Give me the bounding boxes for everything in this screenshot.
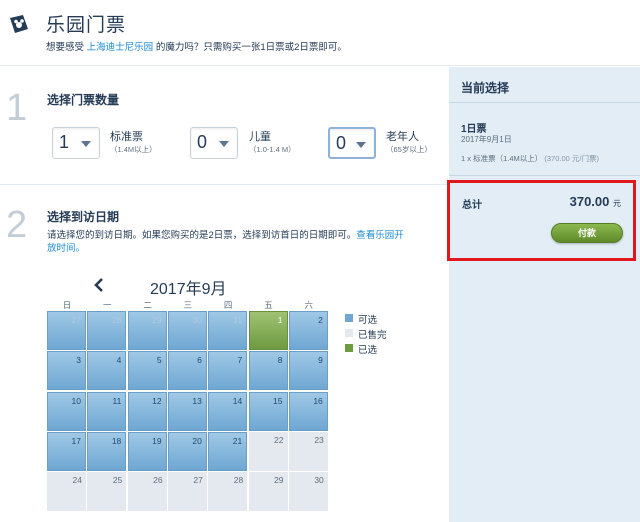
ticket-quantity-title: 选择门票数量 (47, 93, 120, 107)
calendar-day[interactable]: 21 (208, 431, 248, 471)
shanghai-disneyland-link[interactable]: 上海迪士尼乐园 (87, 42, 154, 53)
legend-sold-out-label: 已售完 (358, 330, 387, 341)
calendar-month-title: 2017年9月 (150, 281, 227, 298)
legend-selected: 已选 (345, 342, 435, 356)
calendar-day: 25 (87, 472, 127, 512)
child-ticket-label: 儿童 (249, 131, 271, 143)
calendar-day: 28 (87, 311, 127, 350)
total-label: 总计 (462, 200, 482, 211)
total-amount-unit: 元 (613, 199, 621, 208)
calendar-day: 29 (127, 311, 167, 350)
calendar-day[interactable]: 1 (248, 311, 288, 350)
summary-divider (449, 175, 640, 176)
legend-selected-swatch (345, 344, 353, 352)
child-ticket-height-note: （1.0-1.4 M） (249, 145, 296, 154)
legend-sold-out: 已售完 (345, 327, 435, 341)
senior-ticket-label: 老年人 (386, 131, 419, 143)
selected-ticket-quantity-line: 1 x 标准票（1.4M以上） (461, 154, 543, 163)
calendar-day[interactable]: 5 (127, 351, 167, 391)
weekday-label: 四 (223, 300, 233, 310)
calendar-day[interactable]: 10 (47, 391, 86, 431)
calendar-day[interactable]: 3 (47, 351, 86, 391)
legend-available: 可选 (345, 312, 435, 326)
visit-date-description: 请选择您的到访日期。如果您购买的是2日票，选择到访首日的日期即可。查看乐园开放时… (47, 229, 407, 255)
subtitle-text-pre: 想要感受 (46, 42, 85, 53)
total-highlight-box: 总计 370.00 元 付款 (447, 180, 636, 261)
page-title: 乐园门票 (46, 15, 127, 36)
total-amount-value: 370.00 (569, 194, 610, 209)
calendar-day[interactable]: 17 (47, 431, 86, 471)
calendar-day: 27 (47, 311, 86, 350)
calendar-day[interactable]: 16 (288, 391, 328, 431)
calendar-day: 30 (167, 311, 207, 350)
calendar-day: 30 (288, 472, 328, 512)
legend-available-label: 可选 (358, 315, 378, 326)
page-header: 乐园门票 想要感受 上海迪士尼乐园 的魔力吗？只需购买一张1日票或2日票即可。 (0, 0, 640, 66)
selected-ticket-unit-price: (370.00 元/门票) (544, 154, 599, 163)
calendar-day[interactable]: 4 (87, 351, 127, 391)
calendar-day[interactable]: 11 (87, 391, 127, 431)
ticket-quantity-section: 1 选择门票数量 1 标准票 （1.4M以上） 0 儿童 （1.0-1.4 M）… (0, 67, 449, 185)
selected-ticket-line: 1 x 标准票（1.4M以上） (370.00 元/门票) (461, 153, 599, 164)
chevron-down-icon (356, 142, 366, 148)
legend-selected-label: 已选 (358, 345, 378, 356)
mickey-ticket-icon (10, 15, 28, 33)
calendar-day: 23 (288, 431, 328, 471)
standard-ticket-quantity-select[interactable]: 1 (52, 127, 100, 159)
senior-ticket-quantity-select[interactable]: 0 (328, 127, 376, 159)
page-subtitle: 想要感受 上海迪士尼乐园 的魔力吗？只需购买一张1日票或2日票即可。 (46, 39, 347, 53)
legend-sold-out-swatch (345, 329, 353, 337)
calendar-day: 29 (248, 472, 288, 512)
summary-divider (449, 102, 640, 103)
weekday-label: 日 (62, 300, 72, 310)
selected-ticket-type: 1日票 (461, 124, 487, 135)
visit-date-instructions: 请选择您的到访日期。如果您购买的是2日票，选择到访首日的日期即可。 (47, 230, 357, 241)
current-selection-title: 当前选择 (461, 81, 510, 95)
calendar-day[interactable]: 18 (87, 431, 127, 471)
calendar-day[interactable]: 19 (127, 431, 167, 471)
selected-ticket-date: 2017年9月1日 (461, 135, 512, 144)
calendar-day[interactable]: 15 (248, 391, 288, 431)
calendar-day[interactable]: 8 (248, 351, 288, 391)
calendar-day: 28 (208, 472, 248, 512)
child-ticket-quantity-value: 0 (197, 132, 208, 152)
standard-ticket-height-note: （1.4M以上） (110, 145, 157, 154)
child-ticket-quantity-select[interactable]: 0 (190, 127, 238, 159)
calendar-day: 27 (167, 472, 207, 512)
weekday-label: 五 (264, 300, 273, 310)
visit-date-title: 选择到访日期 (47, 210, 120, 224)
calendar-day: 26 (127, 472, 167, 512)
senior-ticket-quantity-value: 0 (336, 133, 347, 153)
calendar-day[interactable]: 6 (167, 351, 207, 391)
calendar-day: 22 (248, 431, 288, 471)
visit-date-section: 2 选择到访日期 请选择您的到访日期。如果您购买的是2日票，选择到访首日的日期即… (0, 186, 449, 522)
standard-ticket-quantity-value: 1 (59, 132, 70, 152)
weekday-label: 二 (143, 300, 152, 310)
calendar-day[interactable]: 7 (208, 351, 248, 391)
calendar-day: 24 (47, 472, 86, 512)
step-number-2: 2 (6, 204, 28, 246)
previous-month-icon[interactable] (92, 277, 106, 293)
legend-available-swatch (345, 314, 353, 322)
pay-button[interactable]: 付款 (551, 223, 623, 243)
weekday-label: 三 (183, 300, 193, 310)
chevron-down-icon (219, 141, 229, 147)
selection-summary-panel: 当前选择 1日票 2017年9月1日 1 x 标准票（1.4M以上） (370.… (449, 67, 640, 522)
standard-ticket-label: 标准票 (110, 131, 143, 143)
calendar-day[interactable]: 13 (167, 391, 207, 431)
calendar-day[interactable]: 12 (127, 391, 167, 431)
calendar-day[interactable]: 2 (288, 311, 328, 350)
total-amount: 370.00 元 (570, 194, 621, 209)
senior-ticket-age-note: （65岁以上） (386, 145, 432, 154)
calendar-day[interactable]: 9 (288, 351, 328, 391)
calendar-day[interactable]: 14 (208, 391, 248, 431)
calendar-day: 31 (208, 311, 248, 350)
calendar-day[interactable]: 20 (167, 431, 207, 471)
subtitle-text-post: 的魔力吗？只需购买一张1日票或2日票即可。 (155, 42, 347, 53)
chevron-down-icon (81, 141, 91, 147)
step-number-1: 1 (6, 87, 28, 129)
weekday-label: 六 (304, 300, 314, 310)
weekday-label: 一 (103, 300, 112, 310)
